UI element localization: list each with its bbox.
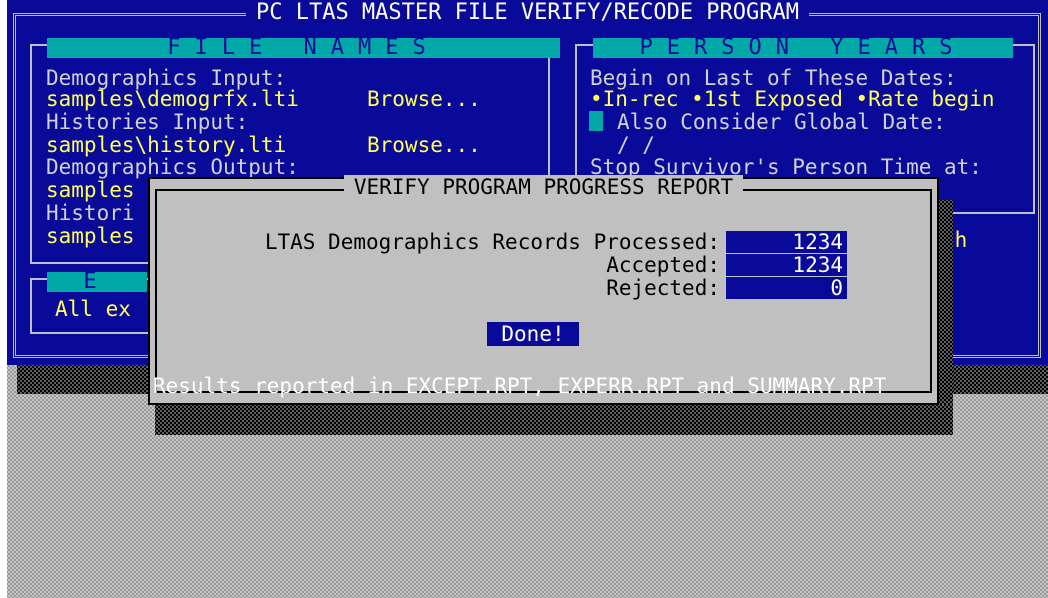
demographics-output-label: Demographics Output: — [46, 155, 299, 179]
exceptions-header: E — [47, 272, 147, 292]
histories-input-label: Histories Input: — [46, 110, 249, 134]
accepted-label: Accepted: — [606, 253, 720, 277]
demographics-input-browse-button[interactable]: Browse... — [367, 88, 481, 110]
dialog-shadow-right — [939, 200, 953, 434]
progress-dialog: VERIFY PROGRAM PROGRESS REPORT LTAS Demo… — [148, 175, 939, 405]
begin-dates-label: Begin on Last of These Dates: — [590, 66, 957, 90]
dialog-shadow-bottom — [155, 405, 953, 435]
progress-dialog-title: VERIFY PROGRAM PROGRESS REPORT — [150, 175, 937, 199]
processed-label: LTAS Demographics Records Processed: — [264, 230, 720, 254]
global-date-field[interactable]: / / — [617, 134, 655, 156]
person-years-header: PERSON YEARS — [593, 38, 1013, 58]
processed-value: 1234 — [726, 231, 847, 253]
file-names-header: FILE NAMES — [47, 38, 560, 58]
demographics-input-label: Demographics Input: — [46, 66, 287, 90]
histories-output-field[interactable]: samples — [46, 225, 135, 247]
dos-screen: PC LTAS MASTER FILE VERIFY/RECODE PROGRA… — [7, 0, 1048, 598]
histories-input-field[interactable]: samples\history.lti — [46, 134, 286, 156]
exceptions-field[interactable]: All ex — [55, 298, 131, 320]
accepted-value: 1234 — [726, 254, 847, 276]
rejected-label: Rejected: — [606, 276, 720, 300]
global-date-label: Also Consider Global Date: — [617, 110, 946, 134]
begin-dates-options[interactable]: •In-rec •1st Exposed •Rate begin — [590, 88, 995, 110]
global-date-checkbox[interactable] — [589, 111, 603, 131]
demographics-input-field[interactable]: samples\demogrfx.lti — [46, 88, 299, 110]
done-button[interactable]: Done! — [487, 322, 579, 346]
histories-output-label: Histori — [46, 201, 135, 225]
demographics-output-field[interactable]: samples — [46, 179, 135, 201]
main-window-title: PC LTAS MASTER FILE VERIFY/RECODE PROGRA… — [7, 0, 1048, 25]
histories-input-browse-button[interactable]: Browse... — [367, 134, 481, 156]
rejected-value: 0 — [726, 277, 847, 299]
results-status-text: Results reported in EXCEPT.RPT, EXPERR.R… — [153, 374, 887, 398]
